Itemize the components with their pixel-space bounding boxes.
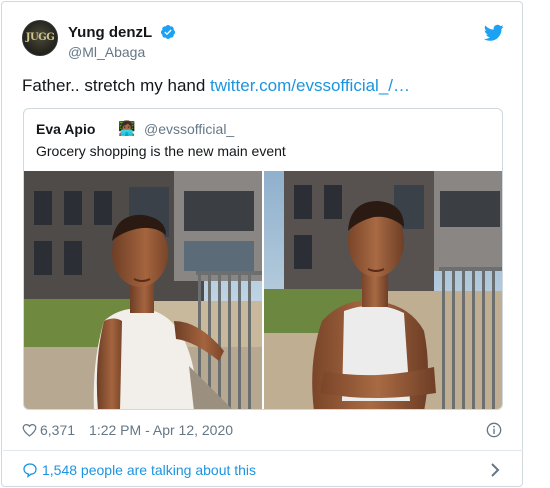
author-name-row[interactable]: Yung denzL: [68, 24, 176, 41]
divider: [3, 450, 523, 451]
tweet-card: JUGG Yung denzL @Ml_Abaga Father.. stret…: [1, 1, 523, 487]
twitter-bird-icon[interactable]: [484, 24, 504, 42]
info-icon[interactable]: [486, 422, 502, 438]
like-count[interactable]: 6,371: [40, 422, 75, 438]
author-name[interactable]: Yung denzL: [68, 24, 152, 41]
avatar[interactable]: JUGG: [22, 20, 58, 56]
tweet-link[interactable]: twitter.com/evssofficial_/…: [210, 76, 410, 95]
quoted-photo-left[interactable]: [24, 171, 262, 409]
quoted-photo-right[interactable]: [264, 171, 502, 409]
quoted-author-handle[interactable]: @evssofficial_: [144, 121, 234, 137]
chevron-right-icon[interactable]: [490, 463, 500, 477]
avatar-logo-text: JUGG: [25, 32, 55, 43]
quoted-text: Grocery shopping is the new main event: [36, 143, 286, 159]
tweet-body: Father.. stretch my hand: [22, 76, 211, 95]
tweet-timestamp[interactable]: 1:22 PM - Apr 12, 2020: [89, 422, 233, 438]
quoted-tweet[interactable]: Eva Apio 👩🏾‍💻 @evssofficial_ Grocery sho…: [23, 108, 503, 410]
tweet-text: Father.. stretch my hand twitter.com/evs…: [22, 76, 410, 96]
author-handle[interactable]: @Ml_Abaga: [68, 44, 145, 60]
tweet-meta: 6,371 1:22 PM - Apr 12, 2020: [22, 422, 233, 438]
quoted-author-emoji: 👩🏾‍💻: [118, 120, 136, 136]
heart-icon[interactable]: [22, 423, 37, 437]
conversation-link[interactable]: 1,548 people are talking about this: [22, 462, 256, 478]
verified-badge-icon: [161, 25, 176, 39]
conversation-text[interactable]: 1,548 people are talking about this: [42, 462, 256, 478]
quoted-author-name[interactable]: Eva Apio: [36, 121, 95, 137]
speech-bubble-icon: [23, 463, 37, 478]
